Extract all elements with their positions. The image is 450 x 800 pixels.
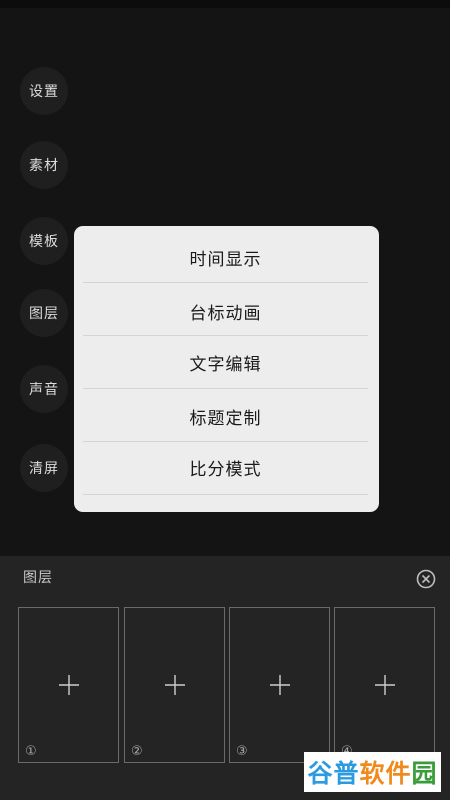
sidebar-button-label: 素材 xyxy=(29,158,59,174)
menu-item-text-edit[interactable]: 文字编辑 xyxy=(83,336,368,389)
menu-item-logo-animation[interactable]: 台标动画 xyxy=(83,285,368,338)
layer-slot-1[interactable]: ① xyxy=(18,607,119,763)
plus-icon xyxy=(58,675,79,695)
slot-number: ② xyxy=(131,744,143,759)
sidebar-button-clear-screen[interactable]: 清屏 xyxy=(20,444,68,492)
panel-title: 图层 xyxy=(23,570,53,586)
sidebar-button-settings[interactable]: 设置 xyxy=(20,67,68,115)
watermark-part: 软件 xyxy=(359,759,412,788)
sidebar-button-layers[interactable]: 图层 xyxy=(20,289,68,337)
menu-divider xyxy=(83,282,368,283)
layer-slot-4[interactable]: ④ xyxy=(334,607,435,763)
sidebar-button-label: 清屏 xyxy=(29,461,59,477)
sidebar-button-label: 声音 xyxy=(29,382,59,398)
close-circle-icon[interactable] xyxy=(416,569,436,589)
sidebar-button-materials[interactable]: 素材 xyxy=(20,141,68,189)
slot-number: ① xyxy=(25,744,37,759)
layer-slot-3[interactable]: ③ xyxy=(229,607,330,763)
plus-icon xyxy=(374,675,395,695)
menu-item-title-custom[interactable]: 标题定制 xyxy=(83,390,368,443)
plus-icon xyxy=(269,675,290,695)
menu-divider xyxy=(83,494,368,495)
sidebar-button-label: 图层 xyxy=(29,306,59,322)
watermark-logo: 谷普 软件园 xyxy=(304,752,441,792)
menu-item-time-display[interactable]: 时间显示 xyxy=(83,231,368,284)
sidebar-button-label: 模板 xyxy=(29,234,59,250)
template-popup-menu: 时间显示 台标动画 文字编辑 标题定制 比分模式 xyxy=(74,226,379,512)
sidebar-button-templates[interactable]: 模板 xyxy=(20,217,68,265)
menu-item-score-mode[interactable]: 比分模式 xyxy=(83,441,368,494)
menu-divider xyxy=(83,388,368,389)
status-bar xyxy=(0,0,450,8)
sidebar-button-label: 设置 xyxy=(29,84,59,100)
layer-slot-2[interactable]: ② xyxy=(124,607,225,763)
slot-number: ③ xyxy=(236,744,248,759)
plus-icon xyxy=(164,675,185,695)
watermark-part: 谷普 xyxy=(307,759,360,788)
watermark-part: 园 xyxy=(411,759,438,788)
sidebar-button-sound[interactable]: 声音 xyxy=(20,365,68,413)
